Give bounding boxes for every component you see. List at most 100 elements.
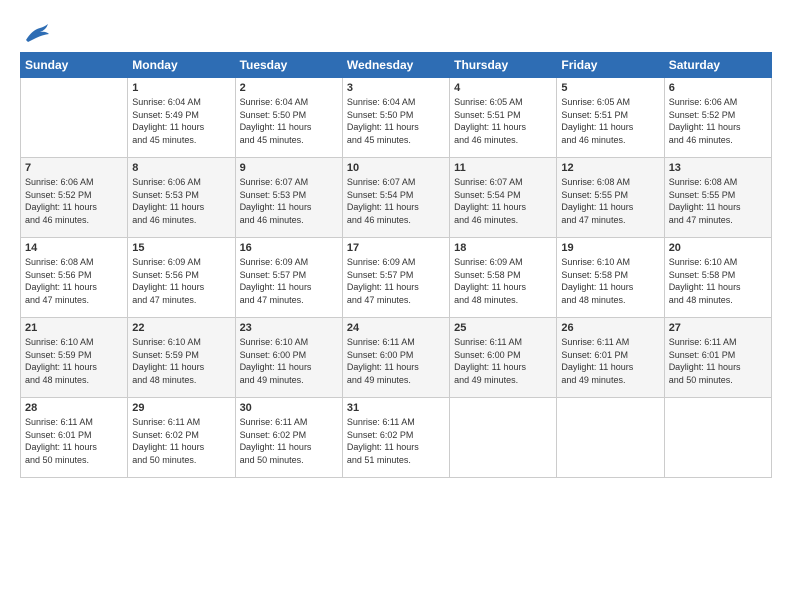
day-number: 21 — [25, 322, 123, 334]
day-number: 18 — [454, 242, 552, 254]
day-cell: 25 Sunrise: 6:11 AM Sunset: 6:00 PM Dayli… — [450, 318, 557, 398]
day-cell: 28 Sunrise: 6:11 AM Sunset: 6:01 PM Dayli… — [21, 398, 128, 478]
day-info: Sunrise: 6:06 AM Sunset: 5:52 PM Dayligh… — [669, 96, 767, 146]
day-number: 24 — [347, 322, 445, 334]
day-info: Sunrise: 6:05 AM Sunset: 5:51 PM Dayligh… — [454, 96, 552, 146]
week-row-1: 1 Sunrise: 6:04 AM Sunset: 5:49 PM Daylig… — [21, 78, 772, 158]
week-row-3: 14 Sunrise: 6:08 AM Sunset: 5:56 PM Dayli… — [21, 238, 772, 318]
day-number: 7 — [25, 162, 123, 174]
day-number: 28 — [25, 402, 123, 414]
day-info: Sunrise: 6:11 AM Sunset: 6:00 PM Dayligh… — [454, 336, 552, 386]
logo — [20, 22, 50, 44]
day-cell: 7 Sunrise: 6:06 AM Sunset: 5:52 PM Daylig… — [21, 158, 128, 238]
day-number: 2 — [240, 82, 338, 94]
day-cell — [557, 398, 664, 478]
day-info: Sunrise: 6:10 AM Sunset: 6:00 PM Dayligh… — [240, 336, 338, 386]
day-info: Sunrise: 6:10 AM Sunset: 5:58 PM Dayligh… — [669, 256, 767, 306]
day-number: 5 — [561, 82, 659, 94]
day-info: Sunrise: 6:04 AM Sunset: 5:50 PM Dayligh… — [240, 96, 338, 146]
day-cell: 3 Sunrise: 6:04 AM Sunset: 5:50 PM Daylig… — [342, 78, 449, 158]
day-cell: 6 Sunrise: 6:06 AM Sunset: 5:52 PM Daylig… — [664, 78, 771, 158]
week-row-5: 28 Sunrise: 6:11 AM Sunset: 6:01 PM Dayli… — [21, 398, 772, 478]
day-cell — [21, 78, 128, 158]
day-cell — [664, 398, 771, 478]
day-info: Sunrise: 6:11 AM Sunset: 6:02 PM Dayligh… — [347, 416, 445, 466]
day-info: Sunrise: 6:08 AM Sunset: 5:55 PM Dayligh… — [561, 176, 659, 226]
day-number: 12 — [561, 162, 659, 174]
day-info: Sunrise: 6:11 AM Sunset: 6:01 PM Dayligh… — [561, 336, 659, 386]
day-number: 26 — [561, 322, 659, 334]
header-day-tuesday: Tuesday — [235, 53, 342, 78]
day-cell: 2 Sunrise: 6:04 AM Sunset: 5:50 PM Daylig… — [235, 78, 342, 158]
calendar-table: SundayMondayTuesdayWednesdayThursdayFrid… — [20, 52, 772, 478]
day-number: 29 — [132, 402, 230, 414]
day-info: Sunrise: 6:07 AM Sunset: 5:54 PM Dayligh… — [347, 176, 445, 226]
day-number: 9 — [240, 162, 338, 174]
header-day-wednesday: Wednesday — [342, 53, 449, 78]
day-info: Sunrise: 6:11 AM Sunset: 6:01 PM Dayligh… — [669, 336, 767, 386]
day-info: Sunrise: 6:11 AM Sunset: 6:01 PM Dayligh… — [25, 416, 123, 466]
header-day-thursday: Thursday — [450, 53, 557, 78]
header-day-saturday: Saturday — [664, 53, 771, 78]
day-info: Sunrise: 6:05 AM Sunset: 5:51 PM Dayligh… — [561, 96, 659, 146]
header-day-friday: Friday — [557, 53, 664, 78]
logo-bird-icon — [22, 22, 50, 44]
day-info: Sunrise: 6:08 AM Sunset: 5:55 PM Dayligh… — [669, 176, 767, 226]
header-row: SundayMondayTuesdayWednesdayThursdayFrid… — [21, 53, 772, 78]
day-number: 30 — [240, 402, 338, 414]
day-number: 6 — [669, 82, 767, 94]
page: SundayMondayTuesdayWednesdayThursdayFrid… — [0, 0, 792, 488]
day-cell: 4Sunrise: 6:05 AM Sunset: 5:51 PM Daylig… — [450, 78, 557, 158]
header — [20, 18, 772, 44]
day-number: 14 — [25, 242, 123, 254]
day-info: Sunrise: 6:06 AM Sunset: 5:53 PM Dayligh… — [132, 176, 230, 226]
day-cell: 16Sunrise: 6:09 AM Sunset: 5:57 PM Dayli… — [235, 238, 342, 318]
day-cell: 18 Sunrise: 6:09 AM Sunset: 5:58 PM Dayli… — [450, 238, 557, 318]
day-cell: 13 Sunrise: 6:08 AM Sunset: 5:55 PM Dayli… — [664, 158, 771, 238]
day-cell: 24Sunrise: 6:11 AM Sunset: 6:00 PM Dayli… — [342, 318, 449, 398]
day-cell: 15 Sunrise: 6:09 AM Sunset: 5:56 PM Dayli… — [128, 238, 235, 318]
day-info: Sunrise: 6:11 AM Sunset: 6:02 PM Dayligh… — [240, 416, 338, 466]
day-cell: 30 Sunrise: 6:11 AM Sunset: 6:02 PM Dayli… — [235, 398, 342, 478]
day-number: 31 — [347, 402, 445, 414]
day-info: Sunrise: 6:11 AM Sunset: 6:02 PM Dayligh… — [132, 416, 230, 466]
day-cell: 14 Sunrise: 6:08 AM Sunset: 5:56 PM Dayli… — [21, 238, 128, 318]
day-info: Sunrise: 6:10 AM Sunset: 5:59 PM Dayligh… — [25, 336, 123, 386]
day-info: Sunrise: 6:09 AM Sunset: 5:57 PM Dayligh… — [240, 256, 338, 306]
day-info: Sunrise: 6:06 AM Sunset: 5:52 PM Dayligh… — [25, 176, 123, 226]
day-number: 23 — [240, 322, 338, 334]
header-day-monday: Monday — [128, 53, 235, 78]
day-cell: 10Sunrise: 6:07 AM Sunset: 5:54 PM Dayli… — [342, 158, 449, 238]
day-cell: 19Sunrise: 6:10 AM Sunset: 5:58 PM Dayli… — [557, 238, 664, 318]
day-cell: 11Sunrise: 6:07 AM Sunset: 5:54 PM Dayli… — [450, 158, 557, 238]
day-info: Sunrise: 6:09 AM Sunset: 5:56 PM Dayligh… — [132, 256, 230, 306]
day-cell: 12 Sunrise: 6:08 AM Sunset: 5:55 PM Dayli… — [557, 158, 664, 238]
day-cell: 27Sunrise: 6:11 AM Sunset: 6:01 PM Dayli… — [664, 318, 771, 398]
day-number: 15 — [132, 242, 230, 254]
day-info: Sunrise: 6:04 AM Sunset: 5:50 PM Dayligh… — [347, 96, 445, 146]
day-info: Sunrise: 6:09 AM Sunset: 5:57 PM Dayligh… — [347, 256, 445, 306]
day-number: 3 — [347, 82, 445, 94]
day-number: 25 — [454, 322, 552, 334]
day-cell: 31 Sunrise: 6:11 AM Sunset: 6:02 PM Dayli… — [342, 398, 449, 478]
day-cell: 29 Sunrise: 6:11 AM Sunset: 6:02 PM Dayli… — [128, 398, 235, 478]
day-info: Sunrise: 6:09 AM Sunset: 5:58 PM Dayligh… — [454, 256, 552, 306]
day-number: 1 — [132, 82, 230, 94]
day-cell: 20Sunrise: 6:10 AM Sunset: 5:58 PM Dayli… — [664, 238, 771, 318]
day-cell: 26 Sunrise: 6:11 AM Sunset: 6:01 PM Dayli… — [557, 318, 664, 398]
day-number: 8 — [132, 162, 230, 174]
day-number: 17 — [347, 242, 445, 254]
day-cell: 1 Sunrise: 6:04 AM Sunset: 5:49 PM Daylig… — [128, 78, 235, 158]
day-cell: 21 Sunrise: 6:10 AM Sunset: 5:59 PM Dayli… — [21, 318, 128, 398]
day-number: 22 — [132, 322, 230, 334]
day-info: Sunrise: 6:07 AM Sunset: 5:54 PM Dayligh… — [454, 176, 552, 226]
week-row-4: 21 Sunrise: 6:10 AM Sunset: 5:59 PM Dayli… — [21, 318, 772, 398]
day-info: Sunrise: 6:08 AM Sunset: 5:56 PM Dayligh… — [25, 256, 123, 306]
day-info: Sunrise: 6:07 AM Sunset: 5:53 PM Dayligh… — [240, 176, 338, 226]
day-cell: 5 Sunrise: 6:05 AM Sunset: 5:51 PM Daylig… — [557, 78, 664, 158]
day-cell: 22Sunrise: 6:10 AM Sunset: 5:59 PM Dayli… — [128, 318, 235, 398]
day-number: 13 — [669, 162, 767, 174]
header-day-sunday: Sunday — [21, 53, 128, 78]
day-number: 19 — [561, 242, 659, 254]
day-info: Sunrise: 6:04 AM Sunset: 5:49 PM Dayligh… — [132, 96, 230, 146]
